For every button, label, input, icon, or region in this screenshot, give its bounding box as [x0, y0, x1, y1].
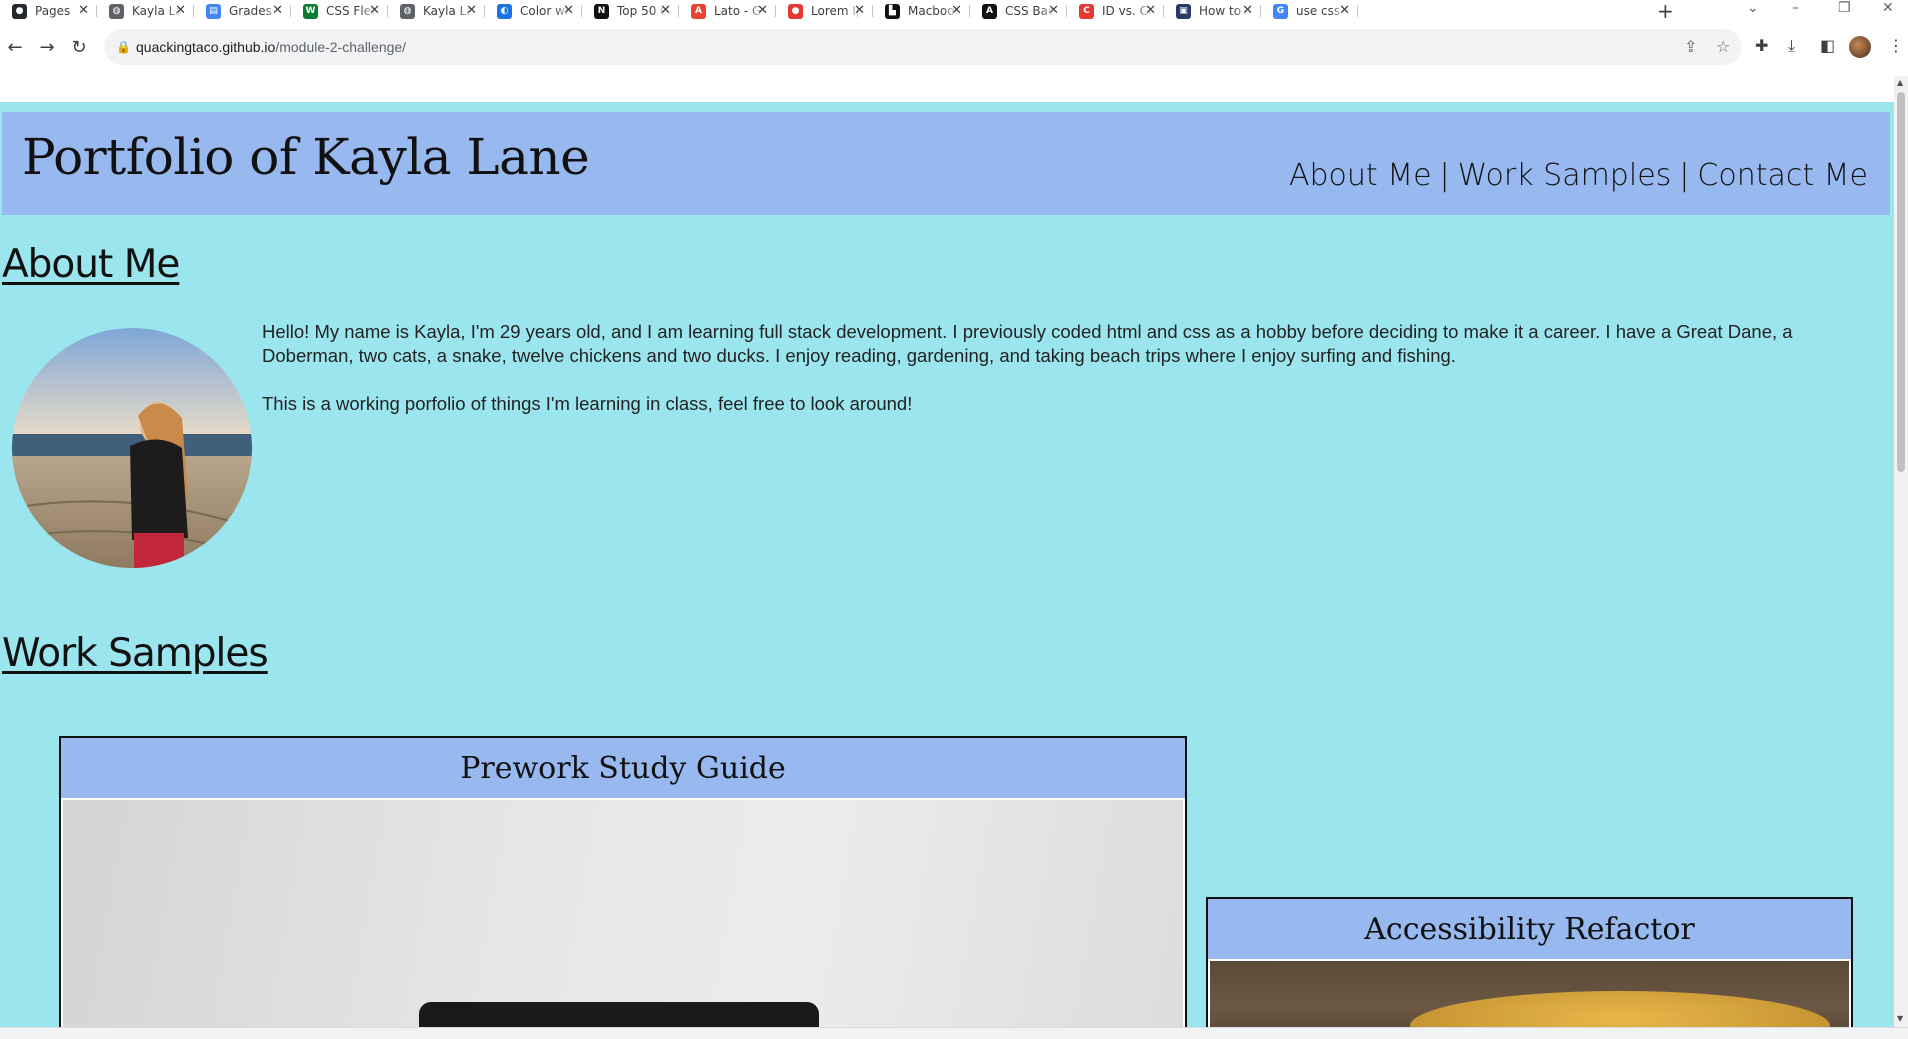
lock-icon: 🔒	[116, 40, 131, 54]
extensions-icon[interactable]: ✚	[1755, 36, 1768, 55]
tab-divider	[1357, 5, 1358, 17]
tab-close-icon[interactable]: ✕	[272, 3, 283, 18]
work-samples-heading: Work Samples	[2, 631, 269, 676]
browser-tab[interactable]: Guse css to✕	[1261, 0, 1358, 22]
back-icon[interactable]: ←	[3, 35, 27, 59]
snake-photo	[1210, 961, 1849, 1027]
tab-close-icon[interactable]: ✕	[660, 3, 671, 18]
tab-close-icon[interactable]: ✕	[854, 3, 865, 18]
site-nav: About Me | Work Samples | Contact Me	[1289, 158, 1868, 193]
about-heading: About Me	[2, 242, 180, 287]
github-icon: ●	[12, 3, 27, 19]
nav-separator: |	[1439, 158, 1450, 193]
browser-tab[interactable]: NTop 50 Google✕	[582, 0, 679, 22]
tab-close-icon[interactable]: ✕	[175, 3, 186, 18]
unsplash-icon: ▙	[885, 3, 900, 19]
nav-link-about[interactable]: About Me	[1289, 158, 1432, 193]
browser-tab[interactable]: ●Lorem Ipsum✕	[776, 0, 873, 22]
reload-icon[interactable]: ↻	[67, 35, 91, 59]
nav-link-work[interactable]: Work Samples	[1458, 158, 1672, 193]
tab-search-icon[interactable]: ⌄	[1747, 0, 1759, 16]
tab-close-icon[interactable]: ✕	[563, 3, 574, 18]
tab-strip: + ⌄ – ❐ ✕ ●Pages✕◍Kayla Lane✕▤Grades 1✕W…	[0, 0, 1908, 22]
globe-icon: ◍	[109, 3, 124, 19]
tab-close-icon[interactable]: ✕	[466, 3, 477, 18]
w3schools-icon: ▣	[1176, 3, 1191, 19]
scroll-up-icon[interactable]: ▲	[1897, 78, 1903, 87]
url-text: quackingtaco.github.io/module-2-challeng…	[136, 39, 407, 55]
laptop-photo	[63, 800, 1183, 1027]
browser-tab[interactable]: ACSS Backgrounds✕	[970, 0, 1067, 22]
document-icon: ▤	[206, 3, 221, 19]
work-card-accessibility[interactable]: Accessibility Refactor	[1206, 897, 1853, 1027]
new-tab-button[interactable]: +	[1657, 0, 1674, 22]
mdn-icon: A	[982, 3, 997, 19]
about-text: Hello! My name is Kayla, I'm 29 years ol…	[262, 320, 1822, 440]
restore-icon[interactable]: ❐	[1838, 0, 1851, 16]
browser-tab[interactable]: WCSS Flexbox✕	[291, 0, 388, 22]
scroll-down-icon[interactable]: ▼	[1897, 1014, 1903, 1023]
browser-toolbar: ← → ↻ 🔒 quackingtaco.github.io/module-2-…	[0, 22, 1908, 76]
tab-close-icon[interactable]: ✕	[1339, 3, 1350, 18]
card-title: Accessibility Refactor	[1208, 899, 1851, 959]
page-body: Portfolio of Kayla Lane About Me | Work Sa…	[0, 102, 1894, 1027]
browser-tab[interactable]: ▤ Grades 1 ✕	[194, 0, 291, 22]
w3-icon: W	[303, 3, 318, 19]
nav-link-contact[interactable]: Contact Me	[1697, 158, 1868, 193]
about-paragraph: This is a working porfolio of things I'm…	[262, 393, 913, 414]
browser-tab[interactable]: ▙ Macbook ✕	[873, 0, 970, 22]
forward-icon[interactable]: →	[35, 35, 59, 59]
tab-close-icon[interactable]: ✕	[1145, 3, 1156, 18]
minimize-icon[interactable]: –	[1792, 0, 1799, 16]
globe-icon: ◍	[400, 3, 415, 19]
site-header: Portfolio of Kayla Lane About Me | Work Sa…	[2, 112, 1890, 215]
about-paragraph: Hello! My name is Kayla, I'm 29 years ol…	[262, 321, 1793, 366]
bookmark-star-icon[interactable]: ☆	[1716, 37, 1730, 56]
tab-close-icon[interactable]: ✕	[757, 3, 768, 18]
lorem-icon: ●	[788, 3, 803, 19]
tab-close-icon[interactable]: ✕	[78, 3, 89, 18]
taskbar-edge	[0, 1027, 1908, 1039]
page-viewport: Portfolio of Kayla Lane About Me | Work Sa…	[0, 76, 1908, 1027]
close-window-icon[interactable]: ✕	[1882, 0, 1894, 16]
work-card-prework[interactable]: Prework Study Guide	[59, 736, 1187, 1027]
notion-icon: N	[594, 3, 609, 19]
google-icon: G	[1273, 3, 1288, 19]
browser-tab[interactable]: ◍Kayla Lane✕	[388, 0, 485, 22]
browser-tab[interactable]: ● Pages ✕	[0, 0, 97, 22]
browser-tab[interactable]: ALato - Google✕	[679, 0, 776, 22]
address-bar[interactable]: 🔒 quackingtaco.github.io/module-2-challe…	[104, 29, 1742, 65]
nav-separator: |	[1679, 158, 1690, 193]
tab-close-icon[interactable]: ✕	[951, 3, 962, 18]
css-tricks-icon: C	[1079, 3, 1094, 19]
side-panel-icon[interactable]: ◧	[1820, 36, 1835, 55]
download-icon[interactable]: ⤓	[1788, 36, 1795, 56]
scrollbar-thumb[interactable]	[1897, 92, 1905, 472]
browser-tab[interactable]: ▣How to Add✕	[1164, 0, 1261, 22]
tab-close-icon[interactable]: ✕	[1048, 3, 1059, 18]
browser-tab[interactable]: CID vs. Class✕	[1067, 0, 1164, 22]
site-title: Portfolio of Kayla Lane	[22, 128, 590, 186]
browser-tab[interactable]: ◍Kayla Lane✕	[97, 0, 194, 22]
google-fonts-icon: A	[691, 3, 706, 19]
profile-avatar[interactable]	[1849, 36, 1871, 58]
snake-shape	[1410, 991, 1830, 1027]
tab-close-icon[interactable]: ✕	[369, 3, 380, 18]
laptop-shape	[419, 1002, 819, 1027]
color-wheel-icon: ◐	[497, 3, 512, 19]
card-title: Prework Study Guide	[61, 738, 1185, 798]
browser-tab[interactable]: ◐Color wheel✕	[485, 0, 582, 22]
beach-portrait-photo	[12, 328, 252, 568]
tab-close-icon[interactable]: ✕	[1242, 3, 1253, 18]
avatar	[12, 328, 252, 568]
page-scrollbar[interactable]: ▲ ▼	[1894, 76, 1908, 1027]
share-icon[interactable]: ⇪	[1684, 37, 1697, 56]
menu-kebab-icon[interactable]: ⋮	[1888, 36, 1904, 55]
